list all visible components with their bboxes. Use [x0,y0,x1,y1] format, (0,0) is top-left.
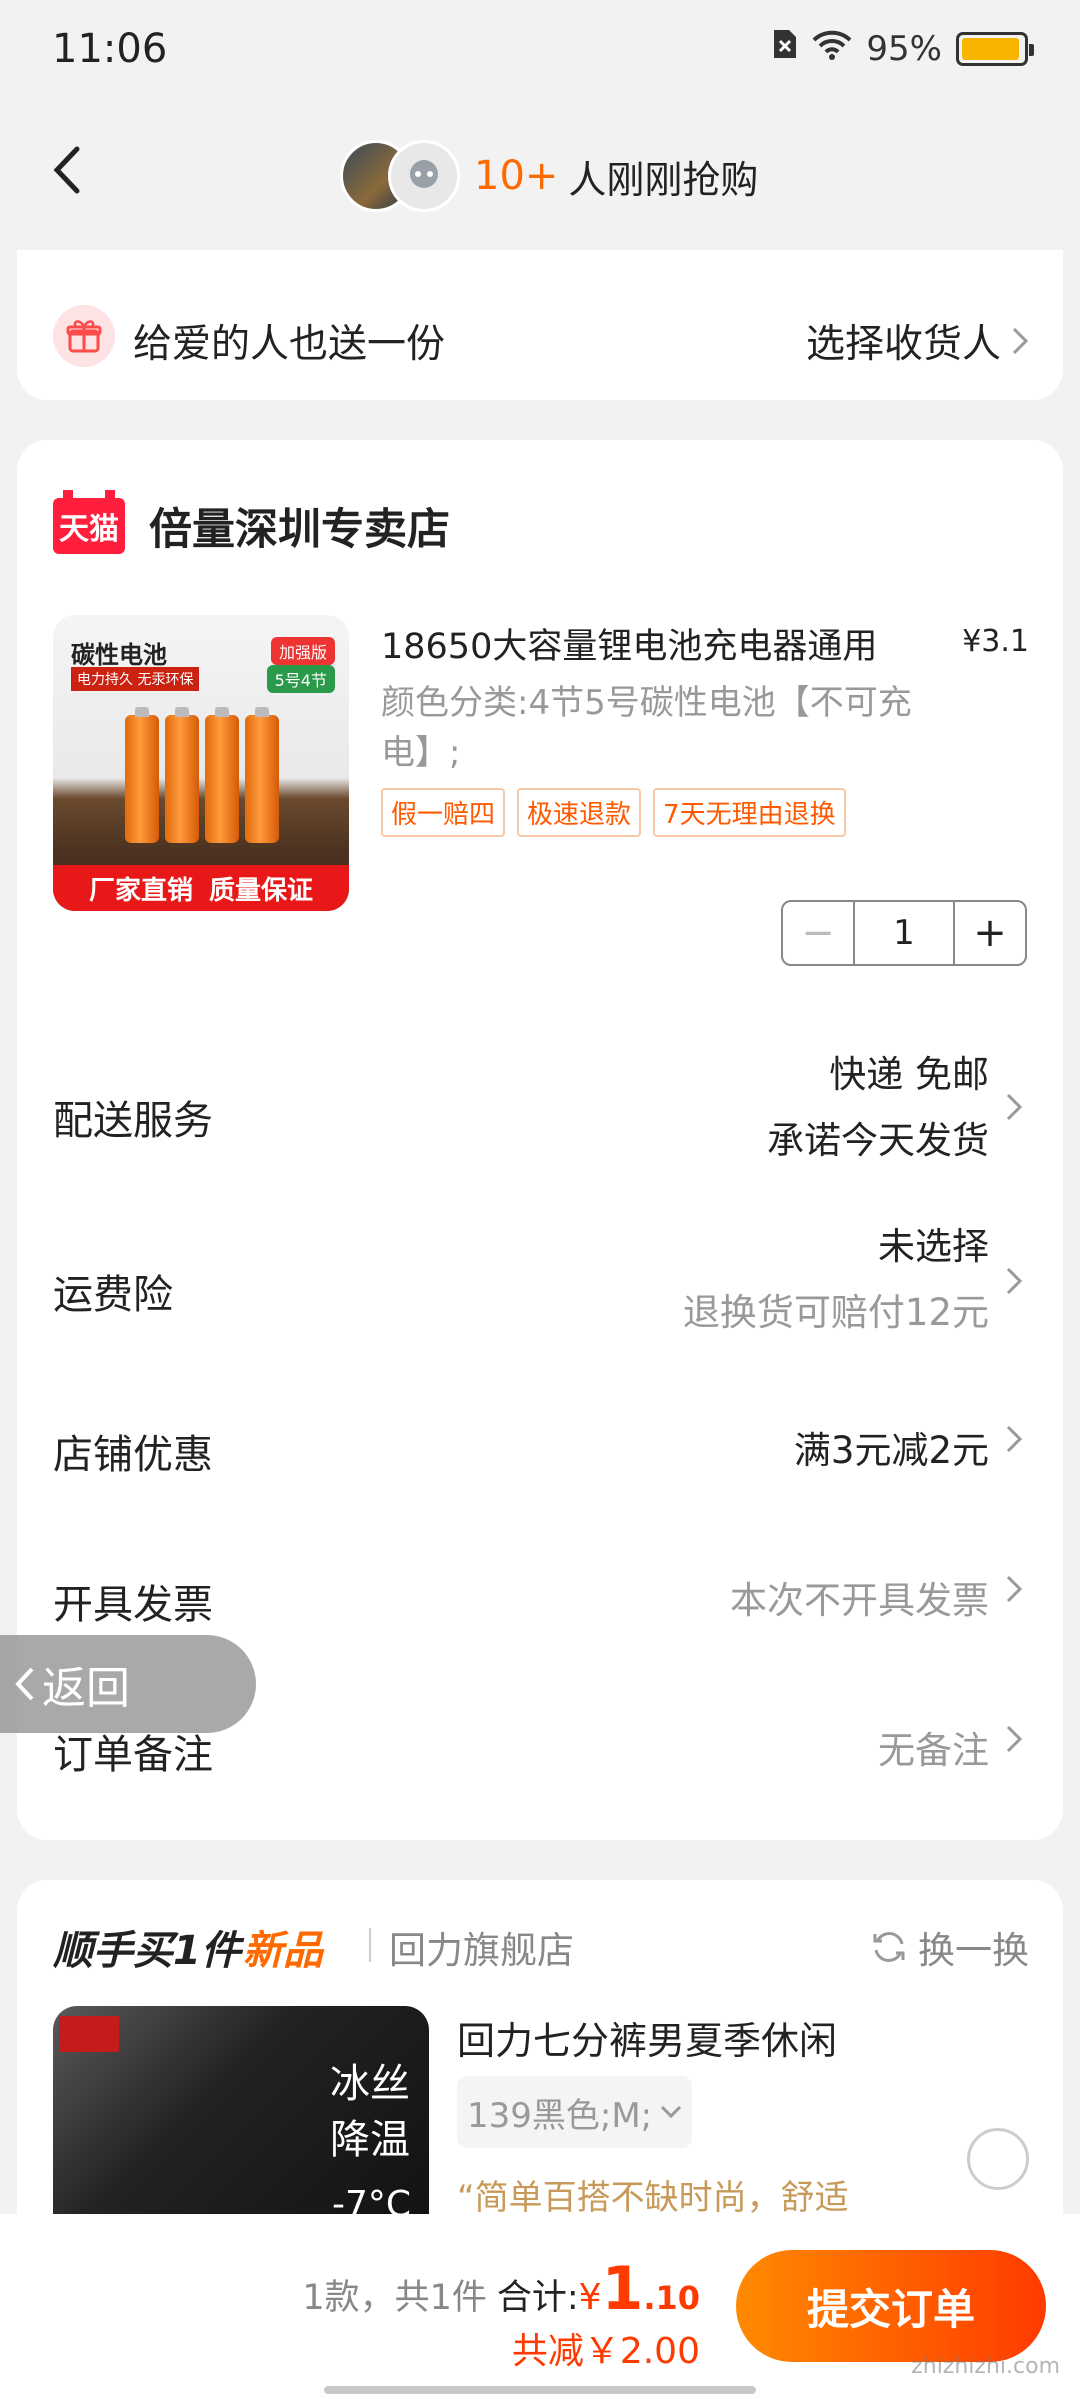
battery-cell-graphic [245,707,279,843]
invoice-value: 本次不开具发票 [730,1579,989,1622]
delivery-value: 快递 免邮 承诺今天发货 [767,1044,989,1164]
choose-recipient-button[interactable]: 选择收货人 [806,313,1029,369]
gift-icon [53,305,115,367]
banner-left-text: 厂家直销 [88,875,193,906]
battery-cell-graphic [205,707,239,843]
order-remark-value: 无备注 [878,1729,989,1772]
chevron-left-icon [15,1667,34,1701]
recommend-spec-select[interactable]: 139黑色;M; [457,2076,693,2148]
chevron-right-icon [999,1574,1029,1604]
quantity-value[interactable]: 1 [853,902,955,964]
delivery-method: 快递 免邮 [829,1053,989,1096]
product-image-tag: 加强版 [270,637,335,665]
total-discount: 共减￥2.00 [511,2331,700,2372]
battery-fill [962,37,1019,60]
total-label: 合计: [496,2278,579,2318]
gift-card[interactable]: 给爱的人也送一份 选择收货人 [17,250,1063,400]
image-slogan: 冰丝降温 [330,2061,410,2163]
invoice-label: 开具发票 [53,1582,213,1628]
checkout-bar: 1款，共1件 合计: ¥ 1 .10 共减￥2.00 提交订单 zhizhizh… [0,2214,1080,2400]
chevron-right-icon [1012,327,1029,355]
product-image-subtitle: 电力持久 无汞环保 [71,667,200,691]
status-bar: 11:06 95% [0,0,1080,100]
chevron-right-icon [999,1092,1029,1122]
insurance-note: 退换货可赔付12元 [682,1291,989,1334]
chevron-left-icon [53,146,80,194]
header: 10+ 人刚刚抢购 [0,100,1080,250]
recommend-description: “简单百搭不缺时尚，舒适 [457,2178,849,2218]
battery-percent: 95% [866,28,942,69]
shipping-insurance-value: 未选择 退换货可赔付12元 [683,1216,989,1336]
submit-order-button[interactable]: 提交订单 [736,2250,1046,2362]
chevron-right-icon [999,1724,1029,1754]
battery-cell-graphic [125,707,159,843]
product-image-banner: 厂家直销 质量保证 [53,865,349,911]
choose-recipient-label: 选择收货人 [805,322,1001,367]
refresh-icon [873,1932,905,1962]
back-button[interactable] [36,130,96,210]
sim-icon [772,28,798,69]
shop-discount-value: 满3元减2元 [793,1429,989,1472]
avatar-group [340,140,460,212]
swap-button[interactable]: 换一换 [870,1920,1029,1974]
chevron-down-icon [661,2105,682,2119]
recommend-shop-name[interactable]: 回力旗舰店 [389,1920,574,1974]
status-icons: 95% [772,28,1034,69]
product-spec[interactable]: 颜色分类:4节5号碳性电池【不可充电】; [381,678,941,778]
product-price: ¥3.1 [962,624,1029,659]
insurance-status: 未选择 [878,1225,989,1268]
wifi-icon [812,29,852,69]
chevron-right-icon [999,1424,1029,1454]
delivery-label: 配送服务 [53,1098,213,1144]
buyer-activity-text: 人刚刚抢购 [568,157,759,202]
delivery-promise: 承诺今天发货 [767,1119,989,1162]
recommend-title: 顺手买1件 [53,1928,241,1974]
floating-back-label: 返回 [42,1663,130,1714]
shop-discount-label: 店铺优惠 [53,1432,213,1478]
divider [369,1928,371,1962]
item-count: 1款，共1件 [302,2278,487,2318]
battery-icon [956,31,1034,66]
watermark: zhizhizhi.com [911,2354,1060,2379]
status-time: 11:06 [52,26,168,72]
service-tag: 7天无理由退换 [653,788,846,837]
quantity-stepper: − 1 + [781,900,1027,966]
recommend-product-image[interactable]: 冰丝降温 -7°C [53,2006,429,2246]
service-tag: 极速退款 [517,788,642,837]
avatar [388,140,460,212]
recommend-spec-value: 139黑色;M; [467,2095,653,2136]
floating-back-button[interactable]: 返回 [0,1635,256,1733]
product-image[interactable]: 碳性电池 电力持久 无汞环保 加强版 5号4节 厂家直销 质量保证 [53,615,349,911]
currency-symbol: ¥ [578,2277,602,2318]
gift-text: 给爱的人也送一份 [133,322,446,367]
service-tags: 假一赔四 极速退款 7天无理由退换 [381,788,846,837]
swap-label: 换一换 [918,1929,1029,1972]
increase-button[interactable]: + [955,902,1025,964]
service-tag: 假一赔四 [381,788,506,837]
tmall-logo: 天猫 [53,490,125,554]
new-badge: 新品 [243,1928,323,1974]
brand-logo [59,2016,119,2052]
buyer-count: 10+ [474,153,559,199]
product-image-title: 碳性电池 [71,641,167,669]
shipping-insurance-label: 运费险 [53,1272,173,1318]
shop-name: 倍量深圳专卖店 [149,505,450,555]
banner-right-text: 质量保证 [209,875,314,906]
battery-cell-graphic [165,707,199,843]
chevron-right-icon [999,1266,1029,1296]
home-indicator[interactable] [324,2386,756,2394]
total-decimal: .10 [643,2279,700,2317]
buyer-activity: 10+ 人刚刚抢购 [340,140,758,212]
shop-header[interactable]: 天猫 倍量深圳专卖店 [53,490,450,557]
product-image-tag: 5号4节 [266,665,335,693]
select-radio[interactable] [967,2128,1029,2190]
product-title[interactable]: 18650大容量锂电池充电器通用 [381,618,941,669]
order-card: 天猫 倍量深圳专卖店 碳性电池 电力持久 无汞环保 加强版 5号4节 厂家直销 … [17,440,1063,1840]
total-summary: 1款，共1件 合计: ¥ 1 .10 [302,2254,700,2324]
decrease-button[interactable]: − [783,902,853,964]
recommend-product-name[interactable]: 回力七分裤男夏季休闲 [457,2010,837,2065]
total-integer: 1 [601,2254,644,2324]
